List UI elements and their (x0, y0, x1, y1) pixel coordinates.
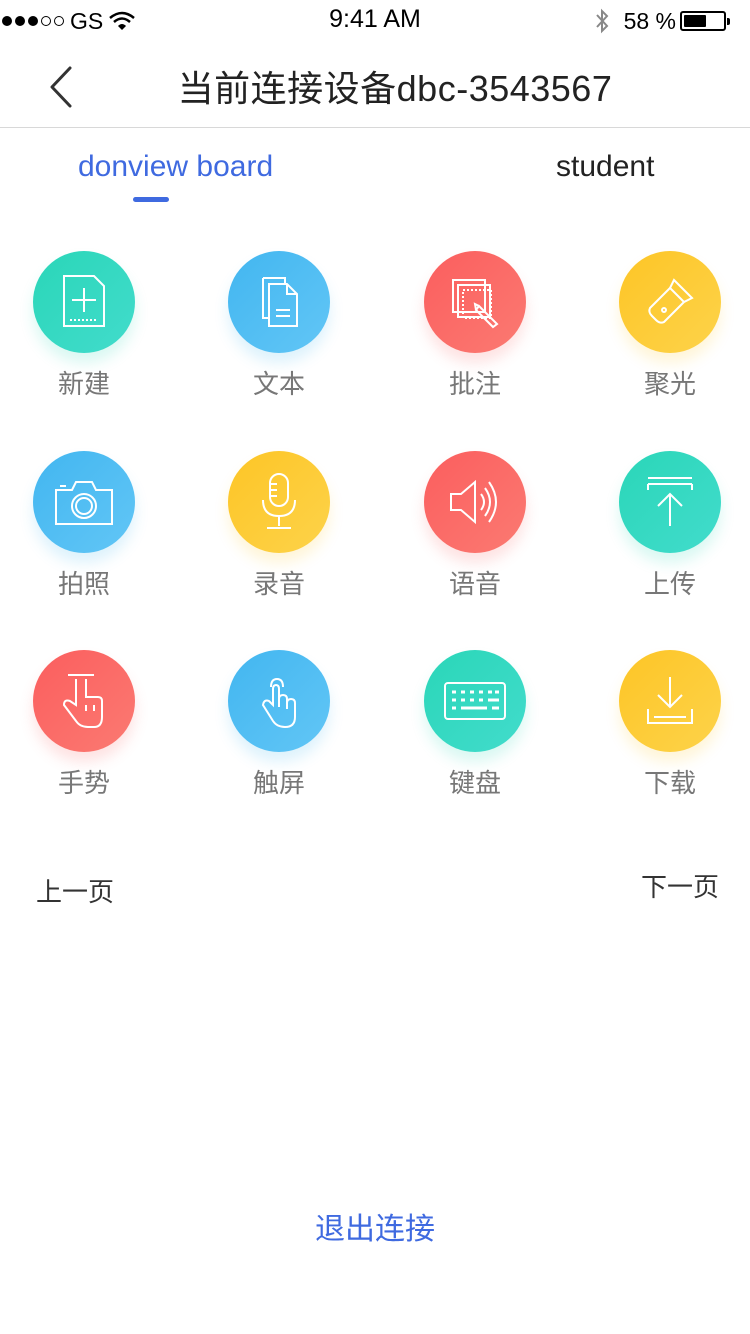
download-icon (647, 677, 693, 724)
function-label: 手势 (57, 769, 110, 799)
disconnect-button[interactable]: 退出连接 (0, 1204, 750, 1248)
upload-circle (619, 451, 721, 553)
function-annotate[interactable]: 批注 (399, 251, 549, 411)
status-right: 58 % (594, 7, 730, 34)
nav-bar: 当前连接设备dbc-3543567 (0, 40, 750, 128)
function-label: 上传 (643, 570, 696, 600)
touchscreen-circle (228, 650, 330, 752)
function-label: 键盘 (448, 769, 501, 799)
document-icon (262, 277, 298, 327)
bluetooth-icon (595, 8, 608, 34)
keyboard-icon (444, 682, 506, 720)
text-circle (228, 251, 330, 353)
spotlight-circle (619, 251, 721, 353)
function-upload[interactable]: 上传 (594, 451, 744, 611)
function-label: 新建 (57, 370, 110, 400)
function-label: 文本 (252, 370, 305, 400)
new-circle (33, 251, 135, 353)
function-record[interactable]: 录音 (203, 451, 353, 611)
active-tab-indicator (133, 197, 169, 202)
function-spotlight[interactable]: 聚光 (594, 251, 744, 411)
battery-icon (680, 11, 730, 31)
function-label: 语音 (448, 570, 501, 600)
function-label: 下载 (643, 769, 696, 799)
annotate-icon (452, 279, 499, 329)
new-file-icon (63, 275, 105, 327)
download-circle (619, 650, 721, 752)
next-page-button[interactable]: 下一页 (641, 867, 719, 904)
tab-donview-board[interactable]: donview board (78, 150, 273, 184)
prev-page-button[interactable]: 上一页 (36, 872, 114, 909)
tab-student[interactable]: student (556, 150, 654, 184)
gesture-icon (62, 674, 103, 728)
function-label: 触屏 (252, 769, 305, 799)
speaker-icon (450, 479, 497, 525)
keyboard-circle (424, 650, 526, 752)
microphone-icon (262, 473, 296, 529)
function-download[interactable]: 下载 (594, 650, 744, 810)
touch-icon (261, 677, 296, 729)
function-touchscreen[interactable]: 触屏 (203, 650, 353, 810)
voice-circle (424, 451, 526, 553)
flashlight-icon (648, 278, 694, 324)
annotate-circle (424, 251, 526, 353)
function-label: 聚光 (643, 370, 696, 400)
function-label: 批注 (448, 370, 501, 400)
function-gesture[interactable]: 手势 (8, 650, 158, 810)
function-photo[interactable]: 拍照 (8, 451, 158, 611)
status-bar: GS 9:41 AM 58 % (0, 0, 750, 40)
battery-percent: 58 % (623, 7, 676, 34)
upload-icon (647, 477, 693, 526)
gesture-circle (33, 650, 135, 752)
function-new[interactable]: 新建 (8, 251, 158, 411)
function-voice[interactable]: 语音 (399, 451, 549, 611)
photo-circle (33, 451, 135, 553)
camera-icon (55, 481, 113, 525)
function-label: 录音 (252, 570, 305, 600)
page-title: 当前连接设备dbc-3543567 (177, 68, 613, 109)
record-circle (228, 451, 330, 553)
function-keyboard[interactable]: 键盘 (399, 650, 549, 810)
function-text[interactable]: 文本 (203, 251, 353, 411)
function-label: 拍照 (57, 570, 110, 600)
